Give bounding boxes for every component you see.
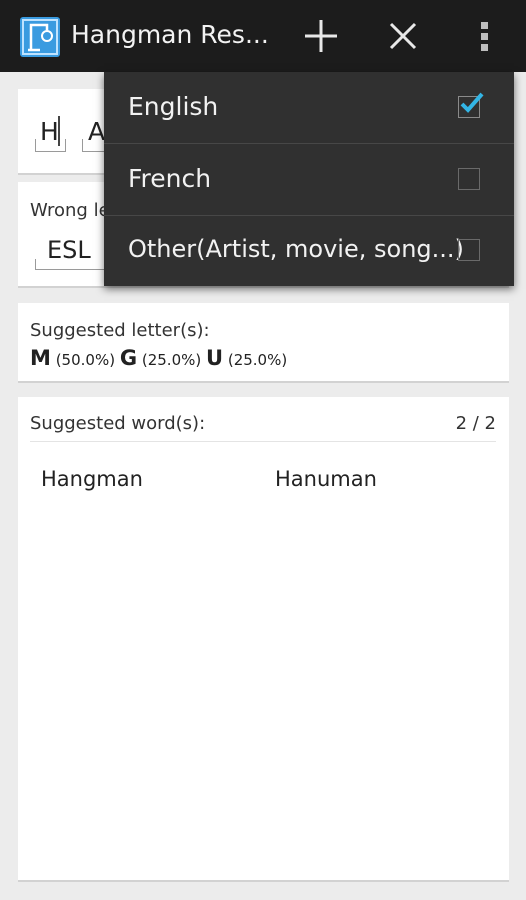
text-cursor: [58, 116, 60, 146]
suggested-letter-pct: (25.0%): [141, 351, 202, 369]
menu-item-label: Other(Artist, movie, song...): [128, 235, 464, 263]
other-checkbox[interactable]: [458, 239, 480, 261]
app-logo-icon[interactable]: [20, 17, 60, 57]
overflow-menu-icon: [481, 22, 488, 51]
plus-icon: [305, 20, 337, 52]
add-button[interactable]: [299, 14, 343, 58]
french-checkbox[interactable]: [458, 168, 480, 190]
suggested-letter: U: [206, 346, 224, 370]
suggested-letters-label: Suggested letter(s):: [30, 320, 210, 341]
clear-button[interactable]: [381, 14, 425, 58]
suggested-words-label: Suggested word(s):: [30, 413, 206, 434]
checkmark-icon: [460, 92, 484, 113]
close-icon: [389, 22, 417, 50]
letter-value-1: H: [40, 117, 59, 146]
word-item[interactable]: Hangman: [41, 467, 143, 491]
language-menu: English French Other(Artist, movie, song…: [104, 72, 514, 286]
menu-item-other[interactable]: Other(Artist, movie, song...): [104, 215, 514, 286]
word-item[interactable]: Hanuman: [275, 467, 377, 491]
wrong-letters-label: Wrong le: [30, 200, 110, 221]
suggested-letter-pct: (50.0%): [55, 351, 116, 369]
suggested-letter: M: [30, 346, 51, 370]
action-bar: Hangman Res...: [0, 0, 526, 72]
suggested-letters-list: M (50.0%) G (25.0%) U (25.0%): [30, 346, 287, 370]
overflow-menu-button[interactable]: [463, 14, 507, 58]
divider: [30, 441, 496, 442]
menu-item-english[interactable]: English: [104, 72, 514, 143]
suggested-letters-card: Suggested letter(s): M (50.0%) G (25.0%)…: [18, 303, 509, 383]
suggested-letter: G: [119, 346, 138, 370]
suggested-letter-pct: (25.0%): [227, 351, 288, 369]
suggested-words-page: 2 / 2: [455, 413, 496, 434]
app-title: Hangman Res...: [71, 20, 269, 49]
wrong-letters-value: ESL: [47, 236, 91, 264]
suggested-words-card: Suggested word(s): 2 / 2 Hangman Hanuman: [18, 397, 509, 882]
menu-item-label: English: [128, 92, 219, 121]
menu-item-label: French: [128, 164, 212, 193]
english-checkbox[interactable]: [458, 92, 484, 118]
letter-value-2: A: [88, 117, 106, 146]
menu-item-french[interactable]: French: [104, 144, 514, 215]
